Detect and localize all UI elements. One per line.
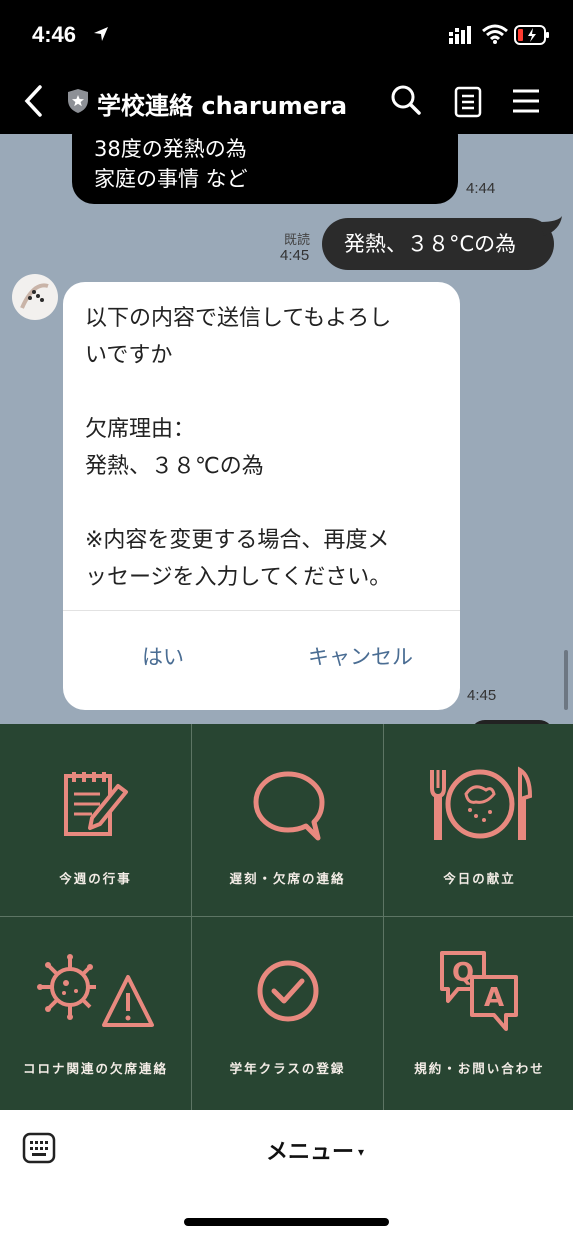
cancel-button[interactable]: キャンセル <box>293 612 428 702</box>
notes-icon[interactable] <box>454 86 482 118</box>
bubble-tail <box>540 216 562 236</box>
menu-toggle-button[interactable]: メニュー ▾ <box>266 1134 364 1166</box>
confirm-dialog-card: 以下の内容で送信してもよろし いですか 欠席理由： 発熱、３８℃の為 ※内容を変… <box>63 282 460 710</box>
speech-bubble-icon <box>253 771 325 841</box>
previous-message-bubble: 38度の発熱の為 家庭の事情 など <box>72 134 458 204</box>
notepad-pencil-icon <box>64 772 128 836</box>
rich-menu-late-absence[interactable]: 遅刻・欠席の連絡 <box>192 724 383 916</box>
avatar-hand-icon <box>20 283 49 309</box>
fork-plate-knife-icon <box>430 766 533 840</box>
caret-down-icon: ▾ <box>358 1145 365 1159</box>
home-indicator[interactable] <box>184 1218 389 1226</box>
rich-menu-label: 遅刻・欠席の連絡 <box>229 871 346 886</box>
rich-menu-class-registration[interactable]: 学年クラスの登録 <box>192 917 383 1109</box>
rich-menu-weekly-events[interactable]: 今週の行事 <box>0 724 191 916</box>
message-timestamp: 4:44 <box>466 180 496 197</box>
rich-menu-label: 学年クラスの登録 <box>229 1061 346 1076</box>
message-line: 38度の発熱の為 <box>94 137 247 161</box>
scrollbar[interactable] <box>564 650 568 710</box>
search-icon[interactable] <box>390 84 422 116</box>
rich-menu: 今週の行事 遅刻・欠席の連絡 今日の献立 コロナ関連の欠席連絡 学年クラスの登録… <box>0 724 573 1110</box>
message-timestamp: 4:45 <box>280 247 310 264</box>
keyboard-icon[interactable] <box>22 1132 56 1164</box>
top-bar: 4:46 学校連絡 charumera <box>0 0 573 134</box>
confirm-message: 以下の内容で送信してもよろし いですか 欠席理由： 発熱、３８℃の為 ※内容を変… <box>85 306 392 590</box>
rich-menu-label: 今週の行事 <box>59 871 132 886</box>
qa-bubbles-icon: Q A <box>440 951 518 1031</box>
divider <box>63 610 460 611</box>
rich-menu-label: 今日の献立 <box>443 871 516 886</box>
wifi-icon <box>482 24 508 44</box>
chat-title: 学校連絡 charumera <box>97 92 348 120</box>
check-circle-icon <box>257 960 319 1022</box>
message-timestamp: 4:45 <box>467 687 497 704</box>
chat-area[interactable]: 38度の発熱の為 家庭の事情 など 4:44 既読 4:45 発熱、３８°Cの為… <box>0 134 573 724</box>
rich-menu-todays-menu[interactable]: 今日の献立 <box>384 724 573 916</box>
menu-toggle-label: メニュー <box>266 1140 355 1165</box>
sent-message-bubble[interactable]: 発熱、３８°Cの為 <box>322 218 554 270</box>
rich-menu-covid-absence[interactable]: コロナ関連の欠席連絡 <box>0 917 191 1109</box>
svg-text:A: A <box>484 983 504 1013</box>
battery-low-icon <box>514 25 549 45</box>
rich-menu-terms-contact[interactable]: Q A 規約・お問い合わせ <box>384 917 573 1109</box>
message-line: 家庭の事情 など <box>94 167 248 191</box>
yes-button[interactable]: はい <box>103 612 223 702</box>
avatar[interactable] <box>12 274 58 320</box>
shield-badge-icon <box>68 89 88 113</box>
status-time: 4:46 <box>32 22 77 47</box>
signal-icon <box>449 26 471 44</box>
rich-menu-label: 規約・お問い合わせ <box>414 1061 545 1076</box>
rich-menu-label: コロナ関連の欠席連絡 <box>22 1061 168 1076</box>
location-arrow-icon <box>94 27 108 41</box>
read-receipt: 既読 <box>284 233 311 248</box>
bottom-bar: メニュー ▾ <box>0 1110 573 1240</box>
hamburger-menu-icon[interactable] <box>511 88 541 114</box>
virus-warning-icon <box>37 954 154 1027</box>
back-chevron-icon[interactable] <box>22 84 44 118</box>
